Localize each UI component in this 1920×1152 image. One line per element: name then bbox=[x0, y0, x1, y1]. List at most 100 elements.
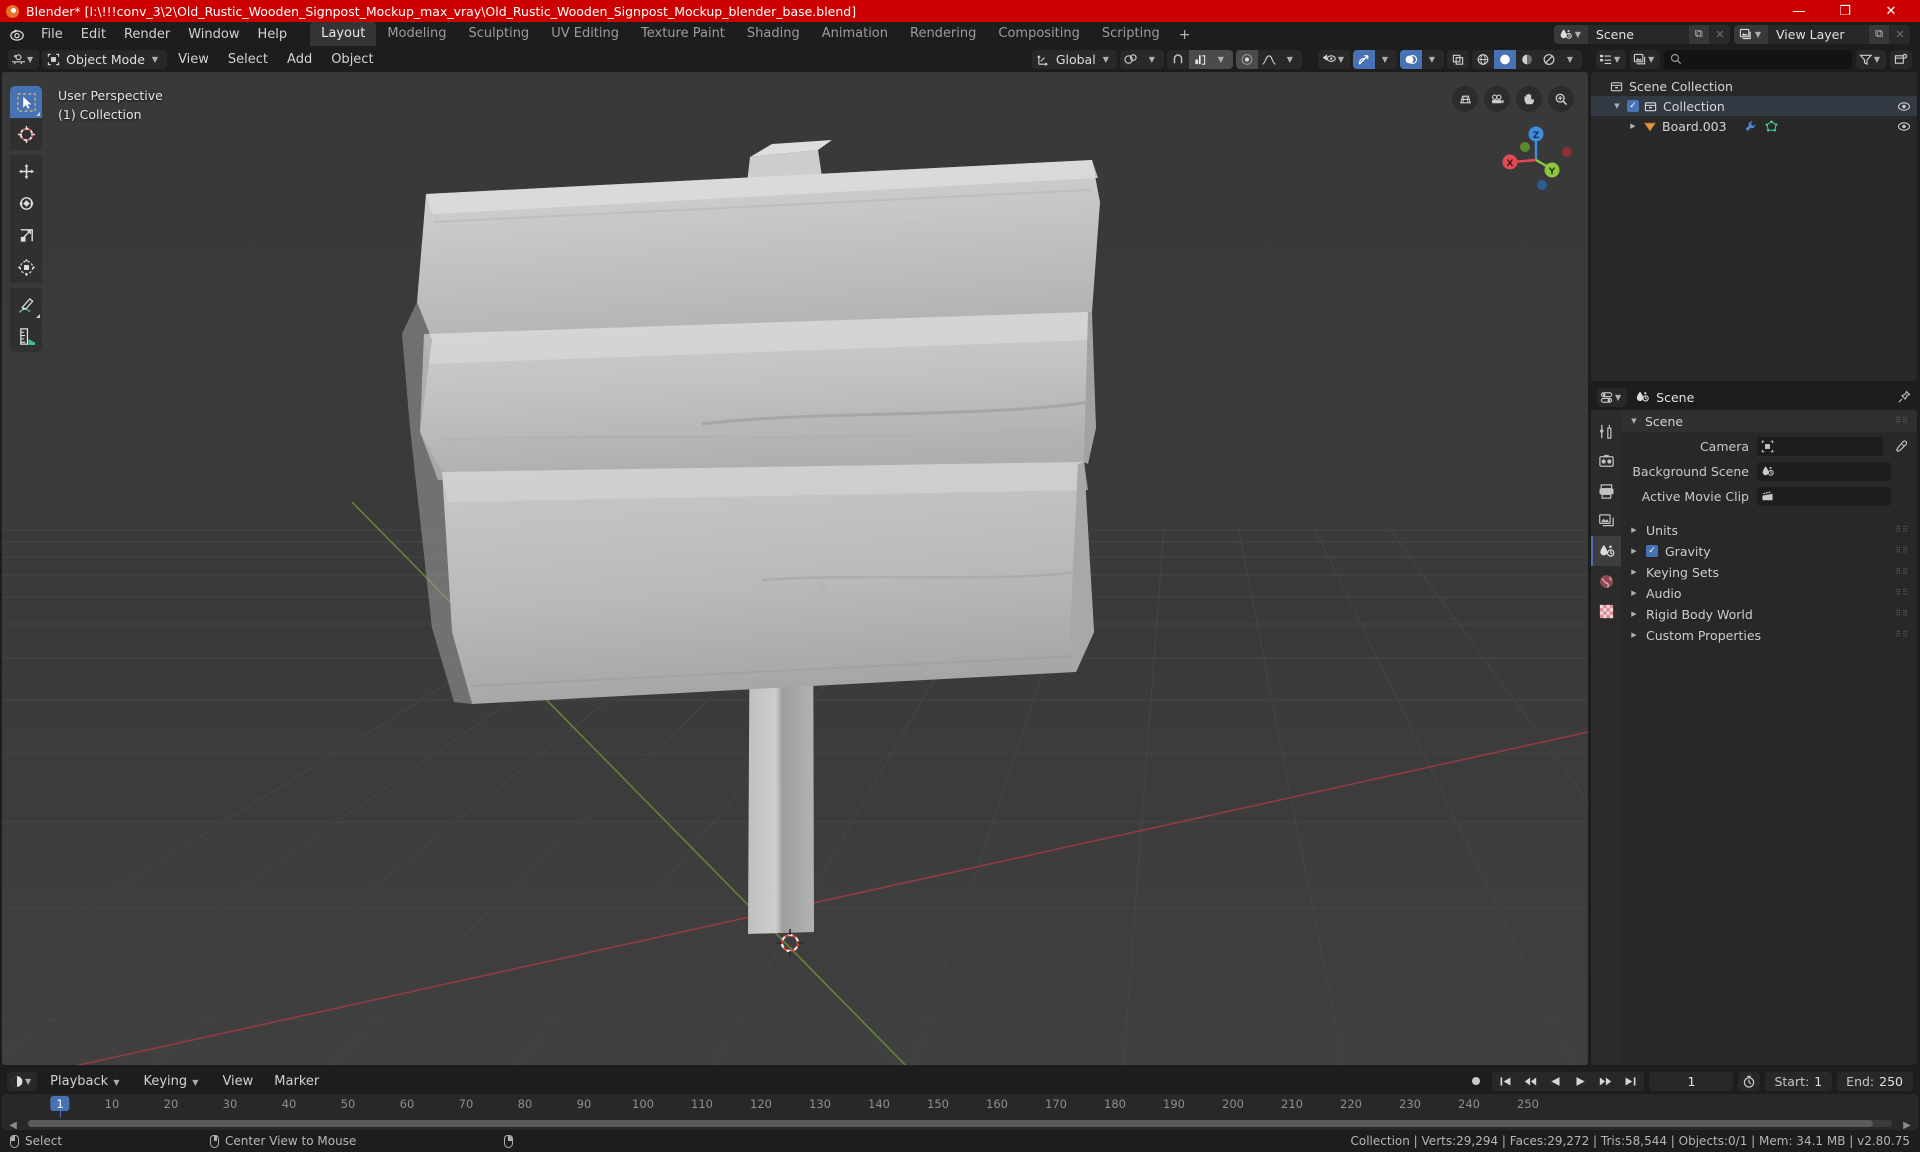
tool-transform[interactable] bbox=[10, 251, 42, 283]
auto-keying-button[interactable] bbox=[1465, 1072, 1487, 1091]
outliner-tree[interactable]: Scene Collection ▼ Co bbox=[1591, 72, 1917, 381]
outliner-row-board[interactable]: ▶ Board.003 bbox=[1591, 116, 1917, 136]
playhead[interactable]: 1 bbox=[50, 1096, 70, 1111]
show-hide-object-types-icon[interactable]: ▼ bbox=[1317, 49, 1350, 69]
timeline-ruler[interactable]: 1 10 20 30 40 50 60 70 80 90 100 110 120… bbox=[2, 1094, 1918, 1118]
timeline-editor-type-icon[interactable]: ▼ bbox=[7, 1071, 38, 1091]
play-button[interactable] bbox=[1570, 1072, 1591, 1091]
pivot-dropdown[interactable]: ▼ bbox=[1141, 49, 1164, 69]
timeline-scrollbar-thumb[interactable] bbox=[28, 1120, 1874, 1127]
use-preview-range-icon[interactable] bbox=[1738, 1071, 1761, 1091]
modifier-wrench-icon[interactable] bbox=[1744, 120, 1757, 133]
show-overlays-icon[interactable] bbox=[1400, 49, 1422, 69]
outliner-row-collection[interactable]: ▼ Collection bbox=[1591, 96, 1917, 116]
section-rigid-body-world[interactable]: ▶ Rigid Body World ⠿⠿ bbox=[1621, 604, 1917, 624]
tab-tool[interactable] bbox=[1591, 416, 1621, 446]
minimize-button[interactable]: — bbox=[1776, 0, 1822, 22]
menu-file[interactable]: File bbox=[32, 24, 72, 45]
gravity-checkbox[interactable] bbox=[1646, 545, 1658, 557]
proportional-edit-group[interactable]: ▼ bbox=[1235, 49, 1302, 69]
snap-dropdown[interactable]: ▼ bbox=[1210, 49, 1233, 69]
pivot-point-icon[interactable] bbox=[1119, 49, 1142, 69]
viewport-canvas[interactable]: User Perspective (1) Collection Z X Y bbox=[2, 72, 1588, 1065]
tool-annotate[interactable] bbox=[10, 288, 42, 320]
timeline-menu-playback[interactable]: Playback ▼ bbox=[42, 1072, 130, 1091]
scene-panel-header[interactable]: ▼ Scene ⠿⠿ bbox=[1621, 410, 1917, 432]
zoom-view-icon[interactable] bbox=[1548, 86, 1574, 112]
view-layer-selector[interactable]: ▼ View Layer ⧉ ✕ bbox=[1733, 24, 1910, 44]
proportional-edit-icon[interactable] bbox=[1235, 49, 1258, 69]
falloff-dropdown[interactable]: ▼ bbox=[1279, 49, 1302, 69]
mesh-data-icon[interactable] bbox=[1765, 119, 1778, 133]
tab-rendering[interactable]: Rendering bbox=[899, 22, 987, 46]
scene-selector[interactable]: ▼ Scene ⧉ ✕ bbox=[1553, 24, 1730, 44]
hide-in-viewport-icon[interactable] bbox=[1897, 121, 1911, 132]
camera-view-icon[interactable] bbox=[1484, 86, 1510, 112]
disclosure-triangle-icon[interactable]: ▼ bbox=[1612, 101, 1622, 111]
current-frame-input[interactable]: 1 bbox=[1649, 1071, 1734, 1091]
disclosure-triangle-icon[interactable]: ▶ bbox=[1629, 546, 1639, 556]
viewport-menu-select[interactable]: Select bbox=[220, 50, 276, 69]
tab-texture-paint[interactable]: Texture Paint bbox=[630, 22, 736, 46]
pivot-point-selector[interactable]: ▼ bbox=[1119, 49, 1164, 69]
material-preview-shading-icon[interactable] bbox=[1516, 49, 1538, 69]
timeline-horizontal-scrollbar[interactable] bbox=[28, 1120, 1892, 1127]
disclosure-triangle-icon[interactable]: ▶ bbox=[1629, 567, 1639, 577]
show-gizmo-icon[interactable] bbox=[1353, 49, 1375, 69]
tab-layout[interactable]: Layout bbox=[310, 22, 377, 46]
section-keying-sets[interactable]: ▶ Keying Sets ⠿⠿ bbox=[1621, 562, 1917, 582]
viewport-menu-add[interactable]: Add bbox=[279, 50, 320, 69]
disclosure-triangle-icon[interactable]: ▶ bbox=[1629, 525, 1639, 535]
menu-window[interactable]: Window bbox=[179, 24, 248, 45]
timeline-menu-marker[interactable]: Marker bbox=[266, 1072, 327, 1091]
tool-move[interactable] bbox=[10, 155, 42, 187]
editor-type-selector[interactable]: ▼ bbox=[8, 49, 40, 69]
frame-end-input[interactable]: End: 250 bbox=[1837, 1071, 1913, 1091]
overlays-dropdown[interactable]: ▼ bbox=[1422, 49, 1444, 69]
tab-scene[interactable] bbox=[1591, 536, 1621, 566]
tab-render[interactable] bbox=[1591, 446, 1621, 476]
properties-editor-type-icon[interactable]: ▼ bbox=[1597, 387, 1628, 407]
disclosure-triangle-icon[interactable]: ▶ bbox=[1629, 630, 1639, 640]
camera-input[interactable] bbox=[1757, 437, 1883, 456]
navigation-gizmo[interactable]: Z X Y bbox=[1496, 120, 1574, 198]
shading-dropdown[interactable]: ▼ bbox=[1560, 49, 1582, 69]
shading-mode-group[interactable]: ▼ bbox=[1472, 49, 1582, 69]
viewport-menu-view[interactable]: View bbox=[170, 50, 217, 69]
section-audio[interactable]: ▶ Audio ⠿⠿ bbox=[1621, 583, 1917, 603]
menu-render[interactable]: Render bbox=[115, 24, 179, 45]
outliner-editor-type-icon[interactable]: ▼ bbox=[1596, 49, 1627, 69]
toggle-xray-icon[interactable] bbox=[1447, 49, 1469, 69]
tab-compositing[interactable]: Compositing bbox=[987, 22, 1091, 46]
outliner-search-input[interactable] bbox=[1664, 49, 1852, 69]
tab-texture[interactable] bbox=[1591, 596, 1621, 626]
toggle-camera-perspective-icon[interactable] bbox=[1452, 86, 1478, 112]
remove-view-layer-button[interactable]: ✕ bbox=[1890, 24, 1910, 44]
unlink-scene-button[interactable]: ✕ bbox=[1709, 24, 1730, 44]
pin-id-icon[interactable] bbox=[1897, 390, 1911, 404]
active-movie-clip-input[interactable] bbox=[1757, 487, 1891, 506]
blender-menu-icon[interactable] bbox=[8, 25, 26, 43]
disclosure-triangle-icon[interactable]: ▶ bbox=[1628, 121, 1638, 131]
snapping-group[interactable]: ▼ bbox=[1166, 49, 1233, 69]
tab-animation[interactable]: Animation bbox=[811, 22, 899, 46]
editor-type-icon[interactable]: ▼ bbox=[8, 49, 40, 69]
jump-to-next-keyframe-button[interactable] bbox=[1595, 1072, 1616, 1091]
add-workspace-button[interactable]: + bbox=[1171, 24, 1199, 46]
outliner-row-scene-collection[interactable]: Scene Collection bbox=[1591, 76, 1917, 96]
falloff-curve-icon[interactable] bbox=[1257, 49, 1280, 69]
solid-shading-icon[interactable] bbox=[1494, 49, 1516, 69]
new-scene-button[interactable]: ⧉ bbox=[1688, 24, 1709, 44]
section-gravity[interactable]: ▶ Gravity ⠿⠿ bbox=[1621, 541, 1917, 561]
gizmo-group[interactable]: ▼ bbox=[1353, 49, 1397, 69]
tab-shading[interactable]: Shading bbox=[736, 22, 811, 46]
new-view-layer-button[interactable]: ⧉ bbox=[1869, 24, 1889, 44]
snap-magnet-icon[interactable] bbox=[1166, 49, 1189, 69]
hide-in-viewport-icon[interactable] bbox=[1897, 101, 1911, 112]
wireframe-shading-icon[interactable] bbox=[1472, 49, 1494, 69]
camera-eyedropper-icon[interactable] bbox=[1891, 439, 1911, 454]
jump-to-end-button[interactable] bbox=[1620, 1072, 1641, 1091]
disclosure-triangle-icon[interactable]: ▶ bbox=[1629, 588, 1639, 598]
overlays-group[interactable]: ▼ bbox=[1400, 49, 1444, 69]
snap-target-icon[interactable] bbox=[1188, 49, 1211, 69]
